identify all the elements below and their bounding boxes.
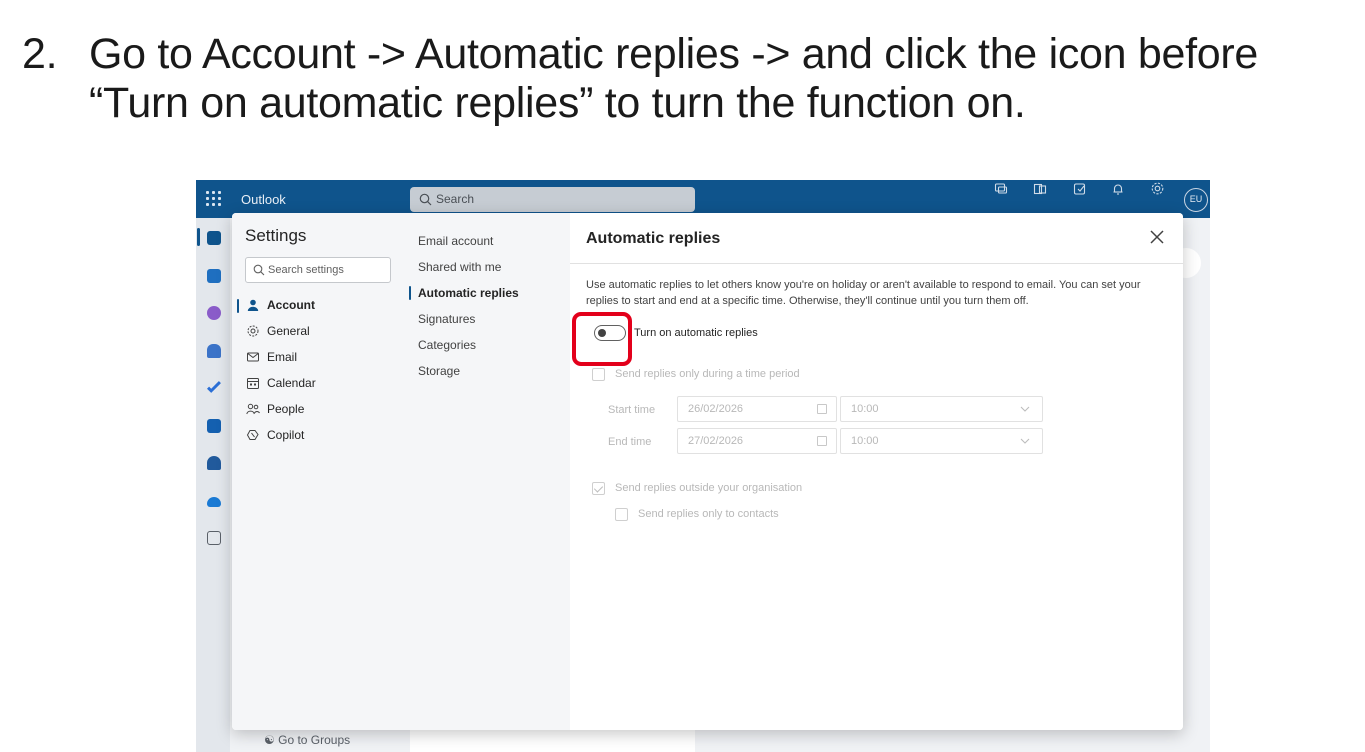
go-to-groups-label: Go to Groups — [278, 733, 351, 747]
mail-icon[interactable] — [207, 231, 221, 245]
end-date-value: 27/02/2026 — [688, 435, 744, 447]
notes-icon[interactable] — [1071, 180, 1089, 198]
category-label: Calendar — [267, 376, 316, 390]
settings-search-placeholder: Search settings — [268, 264, 344, 276]
time-period-checkbox[interactable] — [592, 368, 605, 381]
outlook-app-icon[interactable] — [1031, 180, 1049, 198]
app-launcher-icon[interactable] — [206, 191, 222, 207]
category-label: Account — [267, 298, 315, 312]
file-icon[interactable] — [207, 419, 221, 433]
end-time-label: End time — [608, 436, 652, 448]
start-time-label: Start time — [608, 404, 656, 416]
org-icon[interactable] — [207, 456, 221, 470]
end-time-dropdown[interactable]: 10:00 — [840, 428, 1043, 454]
chevron-down-icon — [1020, 406, 1030, 412]
search-placeholder: Search — [436, 192, 475, 206]
contacts-only-checkbox[interactable] — [615, 508, 628, 521]
start-time-value: 10:00 — [851, 403, 879, 415]
go-to-groups-link[interactable]: ☯ Go to Groups — [264, 733, 350, 747]
people-icon — [246, 403, 260, 415]
sub-storage[interactable]: Storage — [418, 364, 460, 378]
search-icon — [253, 264, 265, 276]
todo-icon[interactable] — [207, 381, 221, 393]
copilot-icon — [246, 430, 259, 440]
automatic-replies-panel: Automatic replies Use automatic replies … — [570, 213, 1183, 730]
bell-icon[interactable] — [1109, 180, 1127, 198]
left-app-rail — [196, 218, 230, 752]
rail-selection-indicator — [197, 228, 200, 246]
gear-icon[interactable] — [1148, 180, 1166, 198]
start-time-dropdown[interactable]: 10:00 — [840, 396, 1043, 422]
settings-dialog: Settings Search settings Account General… — [232, 213, 1183, 730]
panel-divider — [570, 263, 1183, 264]
contacts-only-label: Send replies only to contacts — [638, 508, 779, 520]
more-apps-icon[interactable] — [207, 531, 221, 545]
slide: 2. Go to Account -> Automatic replies ->… — [0, 0, 1365, 752]
calendar-icon — [817, 436, 827, 446]
toggle-label: Turn on automatic replies — [634, 327, 758, 339]
settings-categories-pane: Settings Search settings Account General… — [232, 213, 406, 730]
sub-categories[interactable]: Categories — [418, 338, 476, 352]
chat-icon[interactable] — [992, 180, 1010, 198]
copilot-icon[interactable] — [207, 306, 221, 320]
highlight-annotation — [572, 312, 632, 366]
instruction-line-2: “Turn on automatic replies” to turn the … — [89, 79, 1026, 127]
outside-org-label: Send replies outside your organisation — [615, 482, 803, 494]
category-selection-indicator — [237, 299, 239, 313]
gear-icon — [247, 325, 259, 337]
calendar-icon[interactable] — [207, 269, 221, 283]
settings-title: Settings — [245, 226, 307, 245]
time-period-label: Send replies only during a time period — [615, 368, 800, 380]
step-number: 2. — [22, 30, 58, 78]
settings-search-input[interactable]: Search settings — [245, 257, 391, 283]
start-date-value: 26/02/2026 — [688, 403, 744, 415]
search-input[interactable]: Search — [410, 187, 695, 212]
category-label: Copilot — [267, 428, 305, 442]
end-date-field[interactable]: 27/02/2026 — [677, 428, 837, 454]
sub-signatures[interactable]: Signatures — [418, 312, 475, 326]
person-icon — [247, 299, 259, 311]
sub-email-account[interactable]: Email account — [418, 234, 493, 248]
people-icon[interactable] — [207, 344, 221, 358]
instruction-line-1: Go to Account -> Automatic replies -> an… — [89, 30, 1259, 78]
avatar[interactable]: EU — [1184, 188, 1208, 212]
mail-icon — [247, 352, 259, 362]
sub-shared-with-me[interactable]: Shared with me — [418, 260, 501, 274]
category-label: General — [267, 324, 310, 338]
groups-icon: ☯ — [264, 733, 275, 747]
settings-subcategories-pane: Email account Shared with me Automatic r… — [406, 213, 570, 730]
app-title: Outlook — [241, 192, 286, 207]
start-date-field[interactable]: 26/02/2026 — [677, 396, 837, 422]
onedrive-icon[interactable] — [207, 497, 221, 507]
search-icon — [419, 193, 432, 206]
calendar-icon — [817, 404, 827, 414]
category-label: People — [267, 402, 305, 416]
calendar-icon — [247, 378, 259, 389]
panel-description: Use automatic replies to let others know… — [586, 279, 1141, 307]
chevron-down-icon — [1020, 438, 1030, 444]
category-label: Email — [267, 350, 298, 364]
panel-title: Automatic replies — [586, 230, 721, 247]
outside-org-checkbox[interactable] — [592, 482, 605, 495]
sub-automatic-replies[interactable]: Automatic replies — [418, 286, 519, 300]
subcategory-selection-indicator — [409, 286, 411, 300]
end-time-value: 10:00 — [851, 435, 879, 447]
close-icon[interactable] — [1148, 228, 1166, 246]
